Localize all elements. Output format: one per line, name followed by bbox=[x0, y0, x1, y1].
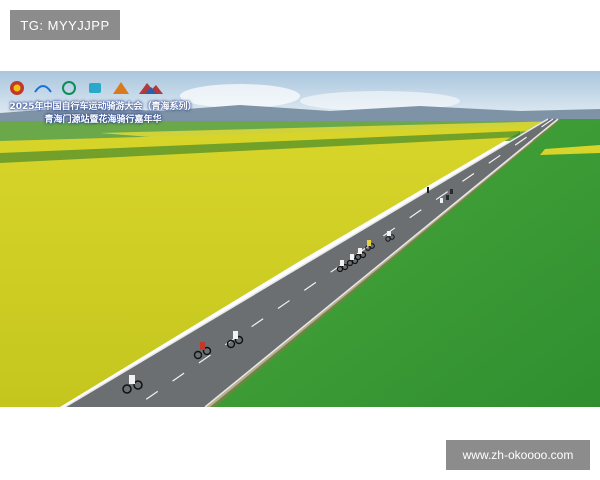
emblem-logo bbox=[6, 79, 28, 97]
cloud bbox=[180, 84, 300, 108]
event-title-line2: 青海门源站暨花海骑行嘉年华 bbox=[44, 115, 162, 125]
aerial-photo: 2025年中国自行车运动骑游大会（青海系列） 青海门源站暨花海骑行嘉年华 bbox=[0, 71, 600, 407]
sponsor-logos bbox=[6, 79, 166, 97]
event-title-line1: 2025年中国自行车运动骑游大会（青海系列） bbox=[9, 102, 197, 112]
top-watermark: TG: MYYJJPP bbox=[10, 10, 120, 40]
sponsor-logo-2 bbox=[32, 79, 54, 97]
cyclist bbox=[427, 187, 429, 193]
mountain-logo bbox=[136, 79, 166, 97]
sponsor-logo-4 bbox=[84, 79, 106, 97]
cyclist bbox=[450, 189, 453, 194]
bottom-watermark: www.zh-okoooo.com bbox=[446, 440, 590, 470]
sponsor-logo-3 bbox=[58, 79, 80, 97]
sponsor-logo-5 bbox=[110, 79, 132, 97]
event-title: 2025年中国自行车运动骑游大会（青海系列） 青海门源站暨花海骑行嘉年华 bbox=[8, 101, 198, 127]
